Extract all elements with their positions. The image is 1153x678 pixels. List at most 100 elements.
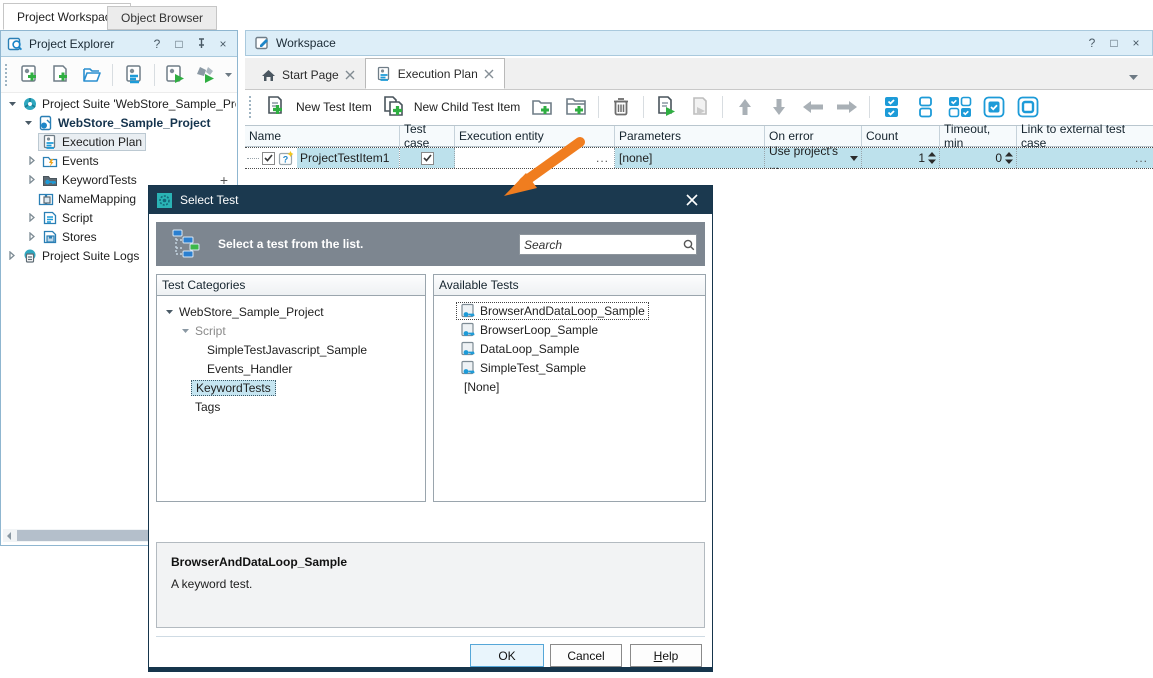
new-project-icon[interactable] <box>17 61 43 89</box>
check-all-icon[interactable] <box>878 93 906 121</box>
toggle-checks-icon[interactable] <box>946 93 974 121</box>
timeout-cell[interactable]: 0 <box>940 148 1017 168</box>
check-selected-icon[interactable] <box>980 93 1008 121</box>
column-header-name[interactable]: Name <box>245 126 400 146</box>
category-simpletestjavascript[interactable]: SimpleTestJavascript_Sample <box>157 340 425 359</box>
test-item-none[interactable]: [None] <box>434 377 705 396</box>
execution-entity-browse-button[interactable]: ... <box>596 151 614 165</box>
pin-icon[interactable] <box>193 36 209 52</box>
dialog-close-icon[interactable] <box>680 194 704 206</box>
help-icon[interactable]: ? <box>149 36 165 52</box>
close-icon[interactable]: × <box>1128 35 1144 51</box>
chevron-right-icon[interactable] <box>26 213 38 222</box>
category-events-handler[interactable]: Events_Handler <box>157 359 425 378</box>
test-item-browseranddataloop[interactable]: BrowserAndDataLoop_Sample <box>434 301 705 320</box>
help-button[interactable]: Help <box>630 644 702 667</box>
new-group-icon[interactable] <box>528 93 556 121</box>
column-header-on-error[interactable]: On error <box>765 126 862 146</box>
tree-item-execution-plan[interactable]: Execution Plan <box>2 132 236 151</box>
chevron-down-icon[interactable] <box>6 101 18 107</box>
tab-overflow-dropdown-icon[interactable] <box>1128 74 1139 89</box>
execution-entity-cell[interactable]: ... <box>455 148 615 168</box>
category-script[interactable]: Script <box>157 321 425 340</box>
project-explorer-toolbar <box>1 57 237 93</box>
uncheck-selected-icon[interactable] <box>1014 93 1042 121</box>
chevron-down-icon[interactable] <box>163 309 175 315</box>
run-test-item-icon[interactable] <box>652 93 680 121</box>
help-icon[interactable]: ? <box>1084 35 1100 51</box>
maximize-icon[interactable]: □ <box>1106 35 1122 51</box>
execution-plan-icon[interactable] <box>120 61 146 89</box>
maximize-icon[interactable]: □ <box>171 36 187 52</box>
new-child-test-item-label[interactable]: New Child Test Item <box>414 100 520 114</box>
tree-item-events[interactable]: Events <box>2 151 236 170</box>
toolbar-grip[interactable] <box>249 96 254 118</box>
test-item-dataloop[interactable]: DataLoop_Sample <box>434 339 705 358</box>
dialog-titlebar[interactable]: Select Test <box>149 186 712 214</box>
test-item-name[interactable]: ProjectTestItem1 <box>297 148 399 168</box>
new-test-item-label[interactable]: New Test Item <box>296 100 372 114</box>
test-item-simpletest[interactable]: SimpleTest_Sample <box>434 358 705 377</box>
new-test-item-icon[interactable] <box>262 93 290 121</box>
tab-close-icon[interactable] <box>484 69 494 79</box>
tree-item-project[interactable]: WebStore_Sample_Project <box>2 113 236 132</box>
on-error-dropdown-icon[interactable] <box>850 155 858 161</box>
chevron-right-icon[interactable] <box>26 232 38 241</box>
search-box[interactable] <box>519 234 697 255</box>
chevron-down-icon[interactable] <box>22 120 34 126</box>
close-icon[interactable]: × <box>215 36 231 52</box>
count-spinner[interactable] <box>928 152 936 164</box>
cancel-button[interactable]: Cancel <box>550 644 622 667</box>
tab-close-icon[interactable] <box>345 70 355 80</box>
category-tags[interactable]: Tags <box>157 397 425 416</box>
tab-object-browser[interactable]: Object Browser <box>107 6 218 30</box>
run-suite-icon[interactable] <box>193 61 219 89</box>
open-icon[interactable] <box>79 61 105 89</box>
run-dropdown-icon[interactable] <box>224 72 233 78</box>
column-header-count[interactable]: Count <box>862 126 940 146</box>
timeout-spinner[interactable] <box>1005 152 1013 164</box>
delete-icon[interactable] <box>607 93 635 121</box>
link-cell[interactable]: ... <box>1017 148 1153 168</box>
run-project-icon[interactable] <box>162 61 188 89</box>
new-child-test-item-icon[interactable] <box>380 93 408 121</box>
move-down-icon[interactable] <box>765 93 793 121</box>
category-project[interactable]: WebStore_Sample_Project <box>157 302 425 321</box>
column-header-test-case[interactable]: Test case <box>400 122 455 150</box>
move-up-icon[interactable] <box>731 93 759 121</box>
column-header-execution-entity[interactable]: Execution entity <box>455 126 615 146</box>
column-header-parameters[interactable]: Parameters <box>615 126 765 146</box>
test-tree-icon <box>170 228 202 260</box>
tree-item-project-suite[interactable]: Project Suite 'WebStore_Sample_Project <box>2 94 236 113</box>
on-error-cell[interactable]: Use project's ... <box>765 144 862 172</box>
workspace-header: Workspace ? □ × <box>245 30 1153 56</box>
run-focused-item-icon-disabled[interactable] <box>686 93 714 121</box>
chevron-right-icon[interactable] <box>26 175 38 184</box>
column-header-timeout[interactable]: Timeout, min <box>940 122 1017 150</box>
test-item-browserloop[interactable]: BrowserLoop_Sample <box>434 320 705 339</box>
uncheck-all-icon[interactable] <box>912 93 940 121</box>
chevron-right-icon[interactable] <box>6 251 18 260</box>
test-case-checkbox[interactable] <box>420 151 434 165</box>
table-row[interactable]: ? ProjectTestItem1 ... [none] Use projec… <box>245 144 1153 172</box>
new-item-icon[interactable] <box>48 61 74 89</box>
link-browse-button[interactable]: ... <box>1135 151 1153 165</box>
row-enabled-checkbox[interactable] <box>262 151 275 165</box>
tab-start-page[interactable]: Start Page <box>251 61 365 89</box>
scroll-left-icon[interactable] <box>6 531 12 540</box>
chevron-down-icon[interactable] <box>179 328 191 334</box>
scrollbar-thumb[interactable] <box>17 530 155 541</box>
category-keywordtests[interactable]: KeywordTests <box>157 378 425 397</box>
search-input[interactable] <box>520 236 683 253</box>
move-right-icon[interactable] <box>833 93 861 121</box>
test-case-cell[interactable] <box>400 148 455 168</box>
toolbar-grip[interactable] <box>5 63 10 86</box>
tab-execution-plan[interactable]: Execution Plan <box>364 58 505 89</box>
move-left-icon[interactable] <box>799 93 827 121</box>
parameters-cell[interactable]: [none] <box>615 148 765 168</box>
column-header-link[interactable]: Link to external test case <box>1017 122 1153 150</box>
count-cell[interactable]: 1 <box>862 148 940 168</box>
ok-button[interactable]: OK <box>470 644 544 667</box>
new-child-group-icon[interactable] <box>562 93 590 121</box>
chevron-right-icon[interactable] <box>26 156 38 165</box>
